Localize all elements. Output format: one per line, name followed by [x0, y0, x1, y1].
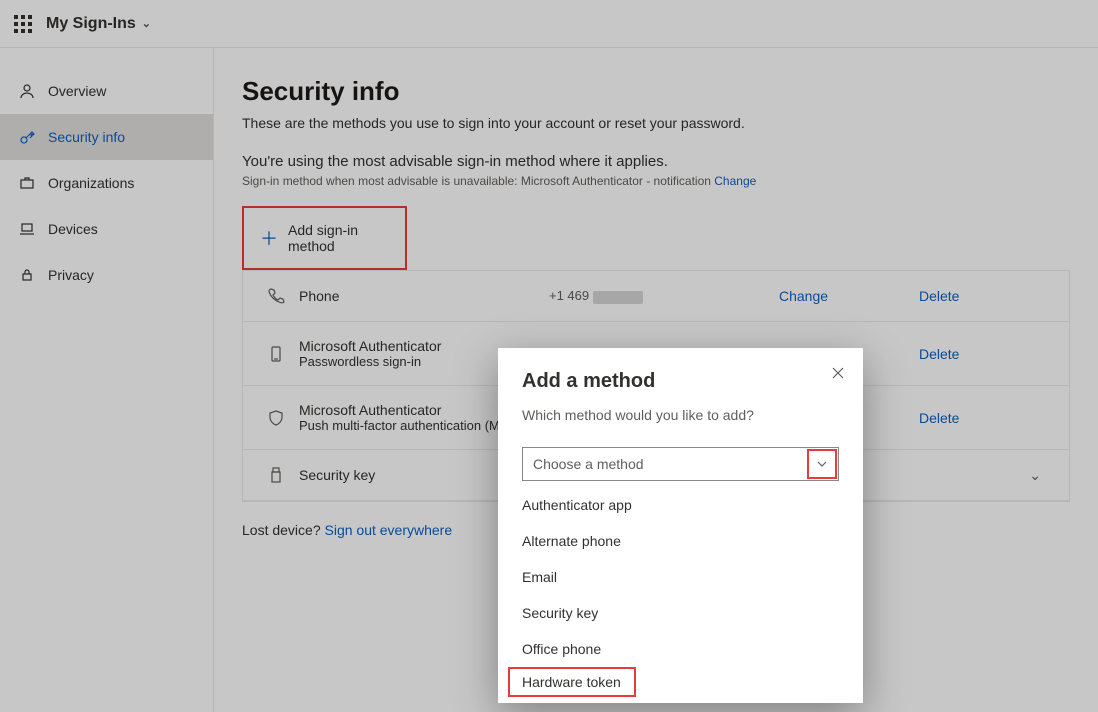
sidebar-item-label: Privacy — [48, 267, 94, 283]
select-chevron[interactable] — [807, 449, 837, 479]
method-options-list: Authenticator app Alternate phone Email … — [498, 487, 863, 697]
usb-key-icon — [253, 466, 299, 484]
change-link[interactable]: Change — [779, 288, 919, 304]
sidebar-item-devices[interactable]: Devices — [0, 206, 213, 252]
method-row-phone: Phone +1 469 Change Delete — [243, 271, 1069, 322]
add-method-dialog: Add a method Which method would you like… — [498, 348, 863, 703]
brand-title[interactable]: My Sign-Ins ⌄ — [46, 15, 151, 33]
option-email[interactable]: Email — [498, 559, 863, 595]
delete-link[interactable]: Delete — [919, 288, 1059, 304]
option-office-phone[interactable]: Office phone — [498, 631, 863, 667]
person-icon — [18, 82, 36, 100]
option-alternate-phone[interactable]: Alternate phone — [498, 523, 863, 559]
add-method-label: Add sign-in method — [288, 222, 389, 254]
sign-out-everywhere-link[interactable]: Sign out everywhere — [325, 522, 453, 538]
shield-icon — [253, 409, 299, 427]
laptop-icon — [18, 220, 36, 238]
chevron-down-icon[interactable]: ⌄ — [1029, 467, 1041, 483]
sidebar-item-label: Devices — [48, 221, 98, 237]
advisable-heading: You're using the most advisable sign-in … — [242, 153, 1070, 170]
close-icon[interactable] — [831, 366, 845, 380]
plus-icon: ＋ — [260, 225, 278, 251]
page-subtitle: These are the methods you use to sign in… — [242, 115, 1070, 131]
sidebar: Overview Security info Organizations Dev… — [0, 48, 214, 712]
key-icon — [18, 128, 36, 146]
delete-link[interactable]: Delete — [919, 346, 1059, 362]
option-security-key[interactable]: Security key — [498, 595, 863, 631]
advisable-subtext: Sign-in method when most advisable is un… — [242, 174, 1070, 188]
dialog-question: Which method would you like to add? — [522, 407, 839, 423]
method-name: Security key — [299, 467, 375, 483]
add-sign-in-method-button[interactable]: ＋ Add sign-in method — [242, 206, 407, 270]
select-placeholder: Choose a method — [533, 456, 644, 472]
chevron-down-icon: ⌄ — [142, 17, 151, 30]
method-name: Phone — [299, 288, 339, 304]
page-title: Security info — [242, 76, 1070, 107]
sidebar-item-privacy[interactable]: Privacy — [0, 252, 213, 298]
sidebar-item-label: Overview — [48, 83, 106, 99]
lock-icon — [18, 266, 36, 284]
option-hardware-token[interactable]: Hardware token — [508, 667, 636, 697]
sidebar-item-security-info[interactable]: Security info — [0, 114, 213, 160]
phone-icon — [253, 287, 299, 305]
app-launcher-icon[interactable] — [14, 15, 32, 33]
top-bar: My Sign-Ins ⌄ — [0, 0, 1098, 48]
authenticator-icon — [253, 345, 299, 363]
sidebar-item-overview[interactable]: Overview — [0, 68, 213, 114]
delete-link[interactable]: Delete — [919, 410, 1059, 426]
briefcase-icon — [18, 174, 36, 192]
method-select[interactable]: Choose a method — [522, 447, 839, 481]
sidebar-item-label: Security info — [48, 129, 125, 145]
dialog-title: Add a method — [522, 370, 839, 393]
sidebar-item-label: Organizations — [48, 175, 134, 191]
option-authenticator-app[interactable]: Authenticator app — [498, 487, 863, 523]
change-default-link[interactable]: Change — [714, 174, 756, 188]
method-value: +1 469 — [549, 288, 779, 303]
sidebar-item-organizations[interactable]: Organizations — [0, 160, 213, 206]
